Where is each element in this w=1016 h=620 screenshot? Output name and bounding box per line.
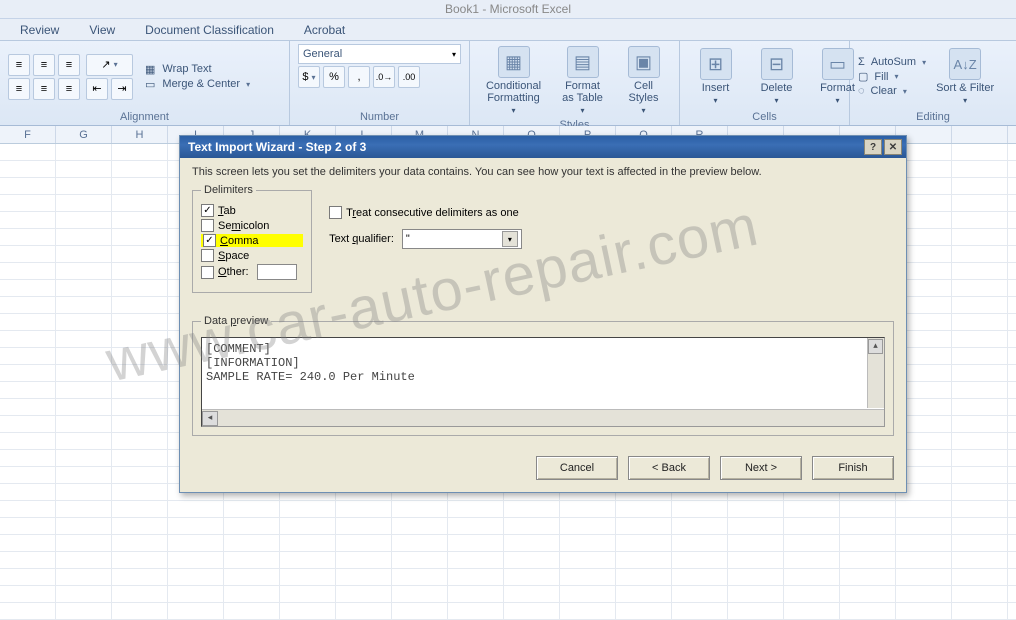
text-qualifier-label: Text qualifier: bbox=[329, 233, 394, 245]
tab-checkbox[interactable] bbox=[201, 204, 214, 217]
delimiters-group: Delimiters Tab Semicolon Comma Space Oth… bbox=[192, 184, 312, 293]
dialog-titlebar[interactable]: Text Import Wizard - Step 2 of 3 ? ✕ bbox=[180, 136, 906, 158]
chevron-down-icon: ▾ bbox=[502, 231, 518, 247]
align-top-icon[interactable]: ≡ bbox=[8, 54, 30, 76]
percent-format-icon[interactable]: % bbox=[323, 66, 345, 88]
align-right-icon[interactable]: ≡ bbox=[58, 78, 80, 100]
wrap-text-button[interactable]: ▦Wrap Text bbox=[145, 63, 250, 76]
next-button[interactable]: Next > bbox=[720, 456, 802, 480]
ribbon-tabs: Review View Document Classification Acro… bbox=[0, 19, 1016, 41]
preview-line: [INFORMATION] bbox=[206, 356, 880, 370]
decrease-indent-icon[interactable]: ⇤ bbox=[86, 78, 108, 100]
scroll-up-icon[interactable]: ▴ bbox=[868, 339, 883, 354]
semicolon-checkbox[interactable] bbox=[201, 219, 214, 232]
accounting-format-icon[interactable]: $ bbox=[298, 66, 320, 88]
cell-styles-icon: ▣ bbox=[628, 46, 660, 78]
dialog-instruction: This screen lets you set the delimiters … bbox=[192, 166, 894, 178]
format-as-table-icon: ▤ bbox=[567, 46, 599, 78]
space-checkbox[interactable] bbox=[201, 249, 214, 262]
grid-row[interactable] bbox=[0, 518, 1016, 535]
dialog-title: Text Import Wizard - Step 2 of 3 bbox=[188, 140, 366, 154]
app-title: Book1 - Microsoft Excel bbox=[0, 0, 1016, 19]
back-button[interactable]: < Back bbox=[628, 456, 710, 480]
data-preview-group: Data preview [COMMENT] [INFORMATION] SAM… bbox=[192, 315, 894, 436]
group-number-label: Number bbox=[298, 109, 461, 123]
group-alignment-label: Alignment bbox=[8, 109, 281, 123]
group-cells-label: Cells bbox=[688, 109, 841, 123]
preview-line: SAMPLE RATE= 240.0 Per Minute bbox=[206, 370, 880, 384]
autosum-button[interactable]: ΣAutoSum bbox=[858, 56, 926, 68]
delimiters-legend: Delimiters bbox=[201, 184, 256, 196]
finish-button[interactable]: Finish bbox=[812, 456, 894, 480]
column-header[interactable]: H bbox=[112, 126, 168, 143]
data-preview-box[interactable]: [COMMENT] [INFORMATION] SAMPLE RATE= 240… bbox=[201, 337, 885, 427]
comma-label: Comma bbox=[220, 235, 259, 247]
column-header[interactable]: F bbox=[0, 126, 56, 143]
scroll-left-icon[interactable]: ◂ bbox=[202, 411, 218, 426]
format-icon: ▭ bbox=[822, 48, 854, 80]
insert-icon: ⊞ bbox=[700, 48, 732, 80]
orientation-icon[interactable]: ↗ bbox=[86, 54, 133, 76]
align-middle-icon[interactable]: ≡ bbox=[33, 54, 55, 76]
comma-checkbox[interactable] bbox=[203, 234, 216, 247]
tab-label: Tab bbox=[218, 205, 236, 217]
grid-row[interactable] bbox=[0, 552, 1016, 569]
increase-decimal-icon[interactable]: .0→ bbox=[373, 66, 395, 88]
format-as-table-button[interactable]: ▤ Format as Table▾ bbox=[555, 44, 610, 117]
delete-icon: ⊟ bbox=[761, 48, 793, 80]
cancel-button[interactable]: Cancel bbox=[536, 456, 618, 480]
insert-cells-button[interactable]: ⊞ Insert▾ bbox=[688, 46, 743, 107]
space-label: Space bbox=[218, 250, 249, 262]
conditional-formatting-icon: ▦ bbox=[498, 46, 530, 78]
ribbon: ≡ ≡ ≡ ≡ ≡ ≡ ↗ ⇤ ⇥ ▦Wrap Text bbox=[0, 41, 1016, 126]
vertical-scrollbar[interactable]: ▴ bbox=[867, 338, 884, 408]
treat-consecutive-label: Treat consecutive delimiters as one bbox=[346, 207, 519, 219]
align-left-icon[interactable]: ≡ bbox=[8, 78, 30, 100]
sort-filter-button[interactable]: A↓Z Sort & Filter▾ bbox=[932, 46, 998, 107]
other-label: Other: bbox=[218, 266, 249, 278]
preview-line: [COMMENT] bbox=[206, 342, 880, 356]
grid-row[interactable] bbox=[0, 535, 1016, 552]
grid-row[interactable] bbox=[0, 586, 1016, 603]
clear-button[interactable]: ◌Clear bbox=[858, 85, 926, 97]
grid-row[interactable] bbox=[0, 569, 1016, 586]
align-bottom-icon[interactable]: ≡ bbox=[58, 54, 80, 76]
semicolon-label: Semicolon bbox=[218, 220, 269, 232]
sort-filter-icon: A↓Z bbox=[949, 48, 981, 80]
conditional-formatting-button[interactable]: ▦ Conditional Formatting▾ bbox=[478, 44, 549, 117]
decrease-decimal-icon[interactable]: .00 bbox=[398, 66, 420, 88]
other-input[interactable] bbox=[257, 264, 297, 280]
cell-styles-button[interactable]: ▣ Cell Styles▾ bbox=[616, 44, 671, 117]
delete-cells-button[interactable]: ⊟ Delete▾ bbox=[749, 46, 804, 107]
tab-acrobat[interactable]: Acrobat bbox=[304, 23, 345, 37]
text-qualifier-combo[interactable]: " ▾ bbox=[402, 229, 522, 249]
other-checkbox[interactable] bbox=[201, 266, 214, 279]
merge-center-button[interactable]: ▭Merge & Center bbox=[145, 78, 250, 91]
fill-button[interactable]: ▢Fill bbox=[858, 70, 926, 83]
tab-view[interactable]: View bbox=[89, 23, 115, 37]
comma-format-icon[interactable]: , bbox=[348, 66, 370, 88]
column-header[interactable]: G bbox=[56, 126, 112, 143]
grid-row[interactable] bbox=[0, 501, 1016, 518]
data-preview-legend: Data preview bbox=[201, 315, 271, 327]
horizontal-scrollbar[interactable]: ◂ bbox=[202, 409, 884, 426]
increase-indent-icon[interactable]: ⇥ bbox=[111, 78, 133, 100]
align-center-icon[interactable]: ≡ bbox=[33, 78, 55, 100]
help-button[interactable]: ? bbox=[864, 139, 882, 155]
treat-consecutive-checkbox[interactable] bbox=[329, 206, 342, 219]
number-format-dropdown[interactable]: General▾ bbox=[298, 44, 461, 64]
text-import-wizard-dialog: Text Import Wizard - Step 2 of 3 ? ✕ Thi… bbox=[179, 135, 907, 493]
group-editing-label: Editing bbox=[858, 109, 1008, 123]
tab-review[interactable]: Review bbox=[20, 23, 59, 37]
tab-doc-classification[interactable]: Document Classification bbox=[145, 23, 274, 37]
close-button[interactable]: ✕ bbox=[884, 139, 902, 155]
